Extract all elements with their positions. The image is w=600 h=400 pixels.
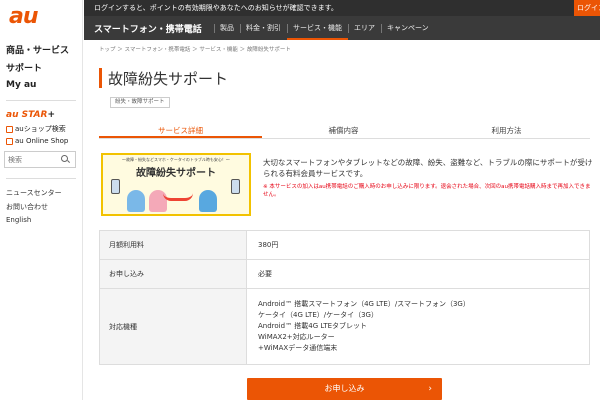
device-item: Android™ 搭載スマートフォン（4G LTE）/スマートフォン（3G） <box>258 300 470 308</box>
table-header-cell: 月額利用料 <box>99 230 247 260</box>
nav-items: 製品 料金・割引 サービス・機能 エリア キャンペーン <box>214 16 435 40</box>
table-row: 月額利用料 380円 <box>99 230 590 260</box>
tab-service-details[interactable]: サービス詳細 <box>99 123 262 138</box>
sidebar-link-online-shop-label: au Online Shop <box>15 137 69 145</box>
sidebar-link-myau[interactable]: My au <box>6 80 36 90</box>
service-note: ※ 本サービスの加入はau携帯電話のご購入時のお申し込みに限ります。退会された場… <box>263 184 591 198</box>
sidebar: au 商品・サービス サポート My au au STAR+ auショップ検索 … <box>0 0 83 400</box>
login-notice-bar: ログインすると、ポイントの有効期限やあなたへのお知らせが確認できます。 ログイン <box>84 0 600 16</box>
sidebar-link-english[interactable]: English <box>6 216 31 224</box>
shop-icon <box>6 125 13 133</box>
sidebar-divider <box>6 100 76 101</box>
cart-icon <box>6 137 13 145</box>
search-icon[interactable] <box>61 155 70 164</box>
search-input[interactable] <box>5 155 61 164</box>
phone-icon <box>231 179 240 194</box>
page-title: 故障紛失サポート <box>108 70 229 88</box>
breadcrumb[interactable]: トップ ＞ スマートフォン・携帯電話 ＞ サービス・機能 ＞ 故障紛失サポート <box>99 45 291 53</box>
category-tag[interactable]: 紛失・故障サポート <box>110 97 170 108</box>
service-banner-image: ～故障・紛失などスマホ・ケータイのトラブル時も安心！～ 故障紛失サポート <box>101 153 251 216</box>
nav-item-pricing[interactable]: 料金・割引 <box>240 16 287 40</box>
nav-item-campaign[interactable]: キャンペーン <box>381 16 435 40</box>
device-item: +WiMAXデータ通信端末 <box>258 344 338 352</box>
title-accent-bar <box>99 68 102 88</box>
login-notice-text: ログインすると、ポイントの有効期限やあなたへのお知らせが確認できます。 <box>94 4 338 12</box>
sidebar-link-products[interactable]: 商品・サービス <box>6 43 69 56</box>
austar-logo[interactable]: au STAR+ <box>6 110 55 120</box>
service-description: 大切なスマートフォンやタブレットなどの故障、紛失、盗難など、トラブルの際にサポー… <box>263 158 593 178</box>
device-item: ケータイ（4G LTE）/ケータイ（3G） <box>258 311 378 319</box>
login-button[interactable]: ログイン <box>574 0 600 16</box>
banner-subtitle: ～故障・紛失などスマホ・ケータイのトラブル時も安心！～ <box>122 157 230 162</box>
austar-plus: + <box>47 110 55 120</box>
banner-title: 故障紛失サポート <box>136 168 216 179</box>
austar-label: au STAR <box>6 110 48 120</box>
sidebar-link-online-shop[interactable]: au Online Shop <box>6 137 68 145</box>
table-row: お申し込み 必要 <box>99 259 590 289</box>
nav-item-services[interactable]: サービス・機能 <box>287 16 348 40</box>
chevron-right-icon: › <box>428 384 432 394</box>
global-nav: スマートフォン・携帯電話 製品 料金・割引 サービス・機能 エリア キャンペーン <box>84 16 600 40</box>
person-illustration <box>127 190 145 212</box>
service-info-table: 月額利用料 380円 お申し込み 必要 対応機種 Android™ 搭載スマート… <box>99 230 590 365</box>
table-header-cell: お申し込み <box>99 259 247 289</box>
nav-item-area[interactable]: エリア <box>348 16 381 40</box>
device-item: WiMAX2+対応ルーター <box>258 333 335 341</box>
arrow-illustration <box>163 193 193 201</box>
tab-how-to-use[interactable]: 利用方法 <box>425 123 588 138</box>
nav-brand[interactable]: スマートフォン・携帯電話 <box>94 22 202 35</box>
sidebar-link-shop-search[interactable]: auショップ検索 <box>6 124 66 134</box>
device-item: Android™ 搭載4G LTEタブレット <box>258 322 368 330</box>
table-row: 対応機種 Android™ 搭載スマートフォン（4G LTE）/スマートフォン（… <box>99 288 590 365</box>
phone-icon <box>111 179 120 194</box>
tab-bar: サービス詳細 補償内容 利用方法 <box>99 123 590 139</box>
apply-button[interactable]: お申し込み › <box>247 378 442 400</box>
apply-button-label: お申し込み <box>324 384 365 393</box>
sidebar-link-shop-search-label: auショップ検索 <box>15 125 66 133</box>
sidebar-divider <box>6 178 76 179</box>
tab-coverage[interactable]: 補償内容 <box>262 123 425 138</box>
table-header-cell: 対応機種 <box>99 288 247 365</box>
person-illustration <box>199 190 217 212</box>
sidebar-link-news[interactable]: ニュースセンター <box>6 188 62 198</box>
au-logo[interactable]: au <box>9 5 55 29</box>
sidebar-search-box <box>4 151 76 168</box>
table-value-cell: 必要 <box>246 259 590 289</box>
sidebar-link-support[interactable]: サポート <box>6 61 42 74</box>
table-value-cell: 380円 <box>246 230 590 260</box>
supported-devices-cell: Android™ 搭載スマートフォン（4G LTE）/スマートフォン（3G） ケ… <box>246 288 590 365</box>
nav-item-products[interactable]: 製品 <box>214 16 240 40</box>
sidebar-link-contact[interactable]: お問い合わせ <box>6 202 48 212</box>
